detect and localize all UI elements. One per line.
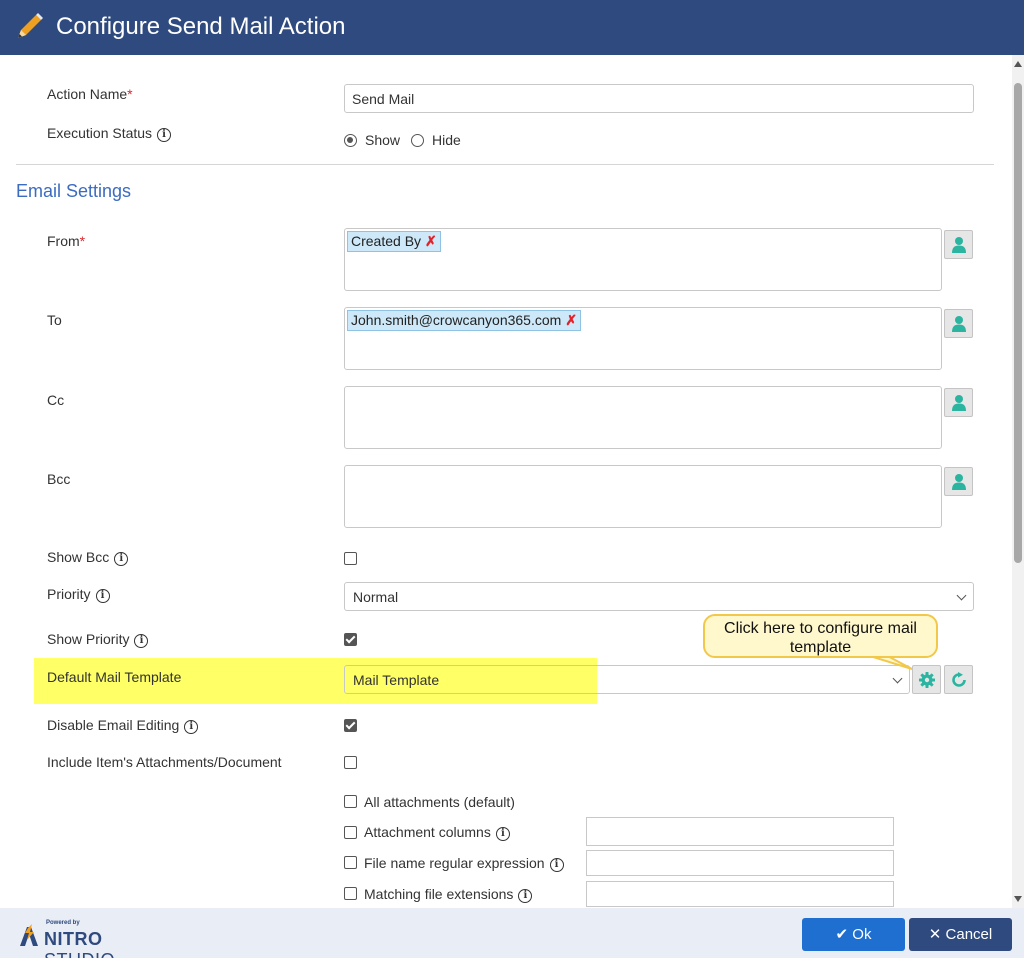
refresh-template-button[interactable] xyxy=(944,665,973,694)
ok-button[interactable]: ✔ Ok xyxy=(802,918,905,951)
to-label: To xyxy=(47,312,62,328)
dialog-title-bar: Configure Send Mail Action xyxy=(0,0,1024,55)
matching-extensions-checkbox[interactable] xyxy=(344,887,357,900)
cancel-button[interactable]: ✕ Cancel xyxy=(909,918,1012,951)
matching-extensions-input[interactable] xyxy=(586,881,894,907)
cc-person-picker-button[interactable] xyxy=(944,388,973,417)
pencil-icon xyxy=(18,13,43,38)
scrollbar-thumb[interactable] xyxy=(1014,83,1022,563)
recipient-token: John.smith@crowcanyon365.com ✗ xyxy=(347,310,582,331)
default-mail-template-select[interactable]: Mail Template xyxy=(344,665,910,694)
from-people-picker[interactable]: Created By ✗ xyxy=(344,228,942,291)
execution-status-show-label: Show xyxy=(365,132,401,148)
attachment-columns-label: Attachment columns i xyxy=(364,824,510,841)
dialog-title: Configure Send Mail Action xyxy=(56,13,346,40)
configure-template-button[interactable] xyxy=(912,665,941,694)
bcc-person-picker-button[interactable] xyxy=(944,467,973,496)
info-icon[interactable]: i xyxy=(95,589,110,603)
chevron-down-icon xyxy=(892,673,903,684)
scroll-down-icon[interactable] xyxy=(1014,896,1022,902)
default-mail-template-label: Default Mail Template xyxy=(47,669,182,685)
person-picker-icon xyxy=(952,237,966,253)
attachment-columns-checkbox[interactable] xyxy=(344,826,357,839)
info-icon[interactable]: i xyxy=(114,552,129,566)
person-picker-icon xyxy=(952,474,966,490)
to-person-picker-button[interactable] xyxy=(944,309,973,338)
bcc-people-picker[interactable] xyxy=(344,465,942,528)
close-icon: ✕ xyxy=(928,926,942,943)
configure-template-callout: Click here to configure mail template xyxy=(703,614,938,658)
bcc-label: Bcc xyxy=(47,471,71,487)
nitro-studio-logo: Powered by NITRO STUDIO xyxy=(18,920,178,958)
remove-token-icon[interactable]: ✗ xyxy=(425,233,437,249)
from-person-picker-button[interactable] xyxy=(944,230,973,259)
action-name-label: Action Name* xyxy=(47,86,133,102)
email-settings-section-title: Email Settings xyxy=(16,181,132,201)
cc-people-picker[interactable] xyxy=(344,386,942,449)
info-icon[interactable]: i xyxy=(549,858,564,872)
action-name-input[interactable]: Send Mail xyxy=(344,84,974,113)
include-attachments-label: Include Item's Attachments/Document xyxy=(47,754,282,770)
include-attachments-checkbox[interactable] xyxy=(344,756,357,769)
all-attachments-checkbox[interactable] xyxy=(344,795,357,808)
powered-by-text: Powered by xyxy=(46,920,80,926)
nitro-logo-icon xyxy=(20,924,38,946)
brand-name: NITRO STUDIO xyxy=(44,929,115,958)
info-icon[interactable]: i xyxy=(134,634,149,648)
show-priority-label: Show Priority i xyxy=(47,631,149,648)
execution-status-hide-radio[interactable] xyxy=(411,134,424,147)
from-label: From* xyxy=(47,233,86,249)
show-bcc-label: Show Bcc i xyxy=(47,549,129,566)
priority-select[interactable]: Normal xyxy=(344,582,974,611)
info-icon[interactable]: i xyxy=(184,720,199,734)
priority-label: Priority i xyxy=(47,586,110,603)
refresh-icon xyxy=(952,672,966,687)
disable-email-editing-checkbox[interactable] xyxy=(344,719,357,732)
gear-icon xyxy=(919,672,935,688)
show-bcc-checkbox[interactable] xyxy=(344,552,357,565)
info-icon[interactable]: i xyxy=(518,889,533,903)
execution-status-hide-label: Hide xyxy=(432,132,461,148)
vertical-scrollbar[interactable] xyxy=(1012,55,1024,908)
person-picker-icon xyxy=(952,316,966,332)
cc-label: Cc xyxy=(47,392,65,408)
dialog-content: Action Name* Send Mail Execution Status i… xyxy=(0,55,1012,908)
remove-token-icon[interactable]: ✗ xyxy=(565,312,577,328)
info-icon[interactable]: i xyxy=(157,128,172,142)
execution-status-label: Execution Status i xyxy=(47,125,172,142)
execution-status-show-radio[interactable] xyxy=(344,134,357,147)
attachment-columns-input[interactable] xyxy=(586,817,894,846)
info-icon[interactable]: i xyxy=(495,827,510,841)
matching-extensions-label: Matching file extensions i xyxy=(364,886,533,903)
person-picker-icon xyxy=(952,395,966,411)
scroll-up-icon[interactable] xyxy=(1014,61,1022,67)
to-people-picker[interactable]: John.smith@crowcanyon365.com ✗ xyxy=(344,307,942,370)
disable-email-editing-label: Disable Email Editing i xyxy=(47,717,199,734)
all-attachments-label: All attachments (default) xyxy=(364,794,515,810)
section-divider xyxy=(16,164,994,165)
show-priority-checkbox[interactable] xyxy=(344,633,357,646)
chevron-down-icon xyxy=(956,590,967,601)
check-icon: ✔ xyxy=(835,926,849,943)
file-name-regex-checkbox[interactable] xyxy=(344,856,357,869)
file-name-regex-label: File name regular expression i xyxy=(364,855,564,872)
recipient-token: Created By ✗ xyxy=(347,231,441,252)
file-name-regex-input[interactable] xyxy=(586,850,894,876)
dialog-footer: Powered by NITRO STUDIO ✔ Ok ✕ Cancel xyxy=(0,908,1024,958)
